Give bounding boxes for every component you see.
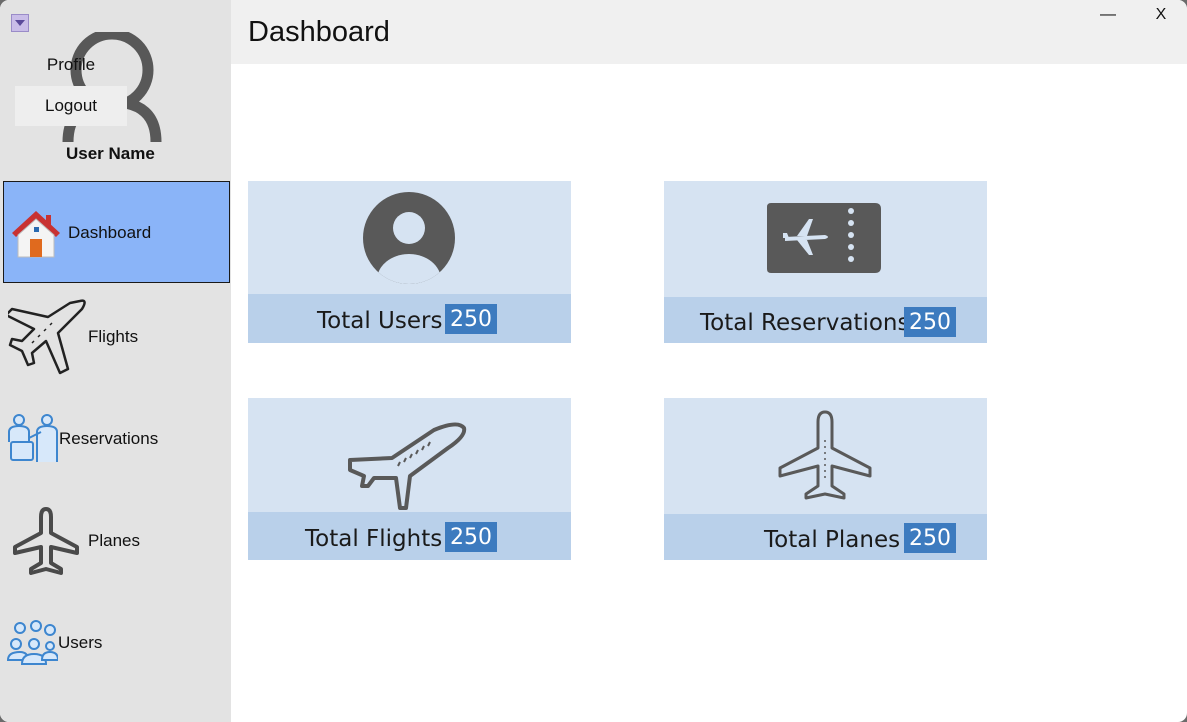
ticket-icon (767, 203, 881, 273)
nav-item-reservations[interactable]: Reservations (3, 385, 230, 487)
user-avatar-icon (363, 192, 455, 284)
window-menu-icon[interactable] (11, 14, 29, 32)
profile-menu-item[interactable]: Profile (15, 45, 127, 85)
card-label: Total Planes (764, 527, 901, 553)
nav-label-reservations: Reservations (59, 429, 159, 448)
card-count-badge: 250 (904, 523, 956, 553)
nav-item-users[interactable]: Users (3, 589, 230, 691)
card-count-badge: 250 (445, 304, 497, 334)
card-label: Total Flights (305, 526, 443, 552)
nav-label-flights: Flights (88, 327, 139, 346)
card-footer: Total Users 250 (248, 294, 571, 343)
users-group-icon (6, 620, 58, 665)
close-button[interactable]: X (1149, 6, 1173, 24)
card-label: Total Reservations (700, 310, 910, 336)
nav-item-planes[interactable]: Planes (3, 487, 230, 589)
passengers-icon (8, 414, 58, 462)
card-count-badge: 250 (904, 307, 956, 337)
card-footer: Total Reservations 250 (664, 297, 987, 343)
logout-menu-item[interactable]: Logout (15, 86, 127, 126)
nav-label-planes: Planes (88, 531, 140, 550)
plane-topview-icon (778, 410, 872, 500)
airplane-icon (8, 299, 86, 375)
user-name: User Name (66, 144, 155, 163)
card-total-users[interactable]: Total Users 250 (248, 181, 571, 343)
sidebar: Profile Logout User Name Dashboard Fligh… (0, 0, 231, 722)
card-footer: Total Planes 250 (664, 514, 987, 560)
app-window: Profile Logout User Name Dashboard Fligh… (0, 0, 1187, 722)
minimize-button[interactable]: — (1096, 6, 1120, 24)
card-total-flights[interactable]: Total Flights 250 (248, 398, 571, 560)
nav-label-dashboard: Dashboard (68, 223, 152, 242)
airplane-icon (348, 422, 467, 510)
nav-label-users: Users (58, 633, 103, 652)
house-icon (12, 211, 60, 258)
nav-item-dashboard[interactable]: Dashboard (3, 181, 230, 283)
page-title: Dashboard (248, 16, 390, 48)
card-footer: Total Flights 250 (248, 512, 571, 560)
nav-item-flights[interactable]: Flights (3, 283, 230, 385)
card-total-reservations[interactable]: Total Reservations 250 (664, 181, 987, 343)
card-total-planes[interactable]: Total Planes 250 (664, 398, 987, 560)
plane-topview-icon (13, 507, 79, 575)
card-label: Total Users (317, 308, 443, 334)
title-bar: Dashboard — X (231, 0, 1187, 64)
card-count-badge: 250 (445, 522, 497, 552)
